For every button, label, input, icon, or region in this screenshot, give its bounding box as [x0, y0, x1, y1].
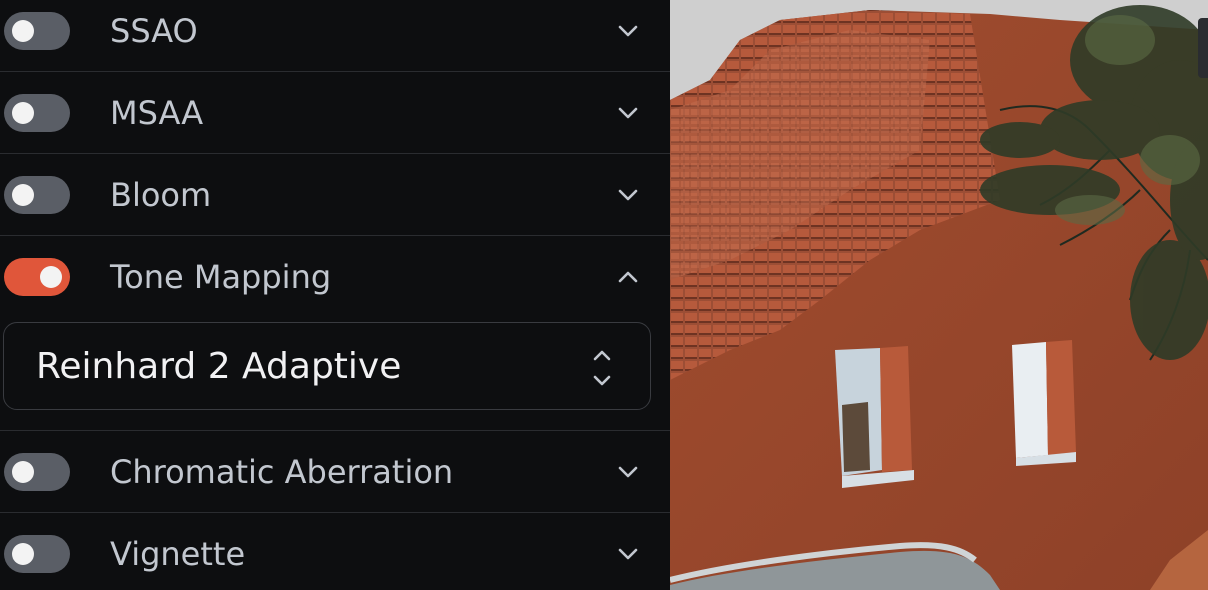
tone-mapping-mode-value: Reinhard 2 Adaptive — [36, 346, 402, 387]
toggle-knob — [12, 543, 34, 565]
chevron-down-icon[interactable] — [616, 101, 640, 125]
scene-render — [670, 0, 1208, 590]
window-left-shutter — [842, 402, 870, 472]
toggle-knob — [12, 461, 34, 483]
msaa-toggle[interactable] — [4, 94, 70, 132]
bloom-toggle[interactable] — [4, 176, 70, 214]
ssao-toggle[interactable] — [4, 12, 70, 50]
vignette-toggle[interactable] — [4, 535, 70, 573]
effect-row-msaa[interactable]: MSAA — [0, 72, 670, 154]
tone-mapping-mode-select[interactable]: Reinhard 2 Adaptive — [3, 322, 651, 410]
chevron-down-icon[interactable] — [616, 460, 640, 484]
effect-label-tone-mapping: Tone Mapping — [110, 258, 332, 296]
effect-row-chromatic-aberration[interactable]: Chromatic Aberration — [0, 431, 670, 513]
effect-label-ssao: SSAO — [110, 12, 198, 50]
scene-viewport[interactable] — [670, 0, 1208, 590]
effect-row-ssao[interactable]: SSAO — [0, 0, 670, 72]
chevron-down-icon[interactable] — [616, 542, 640, 566]
window-left-frame — [880, 346, 912, 472]
window-right — [1012, 342, 1048, 458]
effect-row-tone-mapping[interactable]: Tone Mapping — [0, 236, 670, 318]
effect-row-vignette[interactable]: Vignette — [0, 513, 670, 590]
effect-label-msaa: MSAA — [110, 94, 204, 132]
updown-icon — [593, 350, 611, 386]
effects-panel: SSAO MSAA Bloom Tone Mapping Reinhard 2 … — [0, 0, 670, 590]
toggle-knob — [12, 102, 34, 124]
effect-label-chromatic-aberration: Chromatic Aberration — [110, 453, 454, 491]
effect-label-vignette: Vignette — [110, 535, 246, 573]
chevron-up-icon[interactable] — [616, 265, 640, 289]
viewport-edge-handle[interactable] — [1198, 18, 1208, 78]
chevron-down-icon[interactable] — [616, 19, 640, 43]
effect-label-bloom: Bloom — [110, 176, 212, 214]
window-right-frame — [1046, 340, 1076, 455]
toggle-knob — [40, 266, 62, 288]
tone-mapping-toggle[interactable] — [4, 258, 70, 296]
chevron-down-icon[interactable] — [616, 183, 640, 207]
chromatic-aberration-toggle[interactable] — [4, 453, 70, 491]
toggle-knob — [12, 20, 34, 42]
effect-row-bloom[interactable]: Bloom — [0, 154, 670, 236]
toggle-knob — [12, 184, 34, 206]
